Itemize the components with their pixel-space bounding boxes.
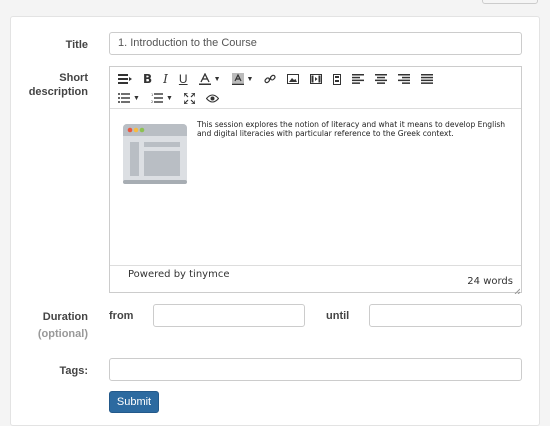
resize-handle-icon[interactable] (514, 285, 521, 295)
toolbar-row-1: B I U ▼ ▼ (118, 71, 444, 87)
duration-optional-text: (optional) (37, 328, 88, 340)
toolbar-row-2: ▼ 1 2 ▼ (118, 90, 230, 106)
link-icon[interactable] (264, 71, 277, 87)
editor-paragraph: This session explores the notion of lite… (197, 120, 506, 138)
until-label: until (326, 310, 350, 322)
from-label: from (109, 310, 134, 322)
rich-text-editor: B I U ▼ ▼ ▼ 1 2 ▼ This session explores … (109, 66, 522, 295)
duration-label: Duration (optional) (38, 310, 88, 341)
template-icon[interactable] (333, 71, 342, 87)
submit-button[interactable]: Submit (109, 391, 159, 413)
svg-text:2: 2 (151, 100, 153, 103)
chevron-down-icon: ▼ (246, 75, 254, 83)
align-right-icon[interactable] (398, 71, 411, 87)
title-input[interactable]: 1. Introduction to the Course (109, 32, 522, 55)
title-label: Title (65, 39, 88, 51)
browser-window-image (122, 122, 188, 186)
word-count: 24 words (467, 276, 513, 287)
preview-icon[interactable] (205, 90, 219, 106)
align-left-icon[interactable] (352, 71, 365, 87)
editor-content-area[interactable]: This session explores the notion of lite… (110, 110, 521, 266)
italic-icon[interactable]: I (163, 71, 168, 87)
tags-label: Tags: (59, 365, 88, 377)
bullet-list-icon[interactable]: ▼ (118, 90, 140, 106)
svg-text:1: 1 (151, 93, 153, 97)
text-color-icon[interactable]: ▼ (198, 71, 221, 87)
image-icon[interactable] (287, 71, 300, 87)
chevron-down-icon: ▼ (213, 75, 221, 83)
align-icon[interactable] (118, 71, 132, 87)
powered-by-link[interactable]: Powered by tinymce (128, 269, 229, 280)
chevron-down-icon: ▼ (133, 94, 140, 102)
numbered-list-icon[interactable]: 1 2 ▼ (151, 90, 173, 106)
editor-statusbar: Powered by tinymce 24 words (110, 265, 521, 295)
bold-icon[interactable]: B (143, 71, 152, 87)
align-center-icon[interactable] (375, 71, 388, 87)
tags-input[interactable] (109, 358, 522, 381)
duration-label-text: Duration (42, 311, 88, 323)
short-description-label: Short description (28, 72, 88, 98)
chevron-down-icon: ▼ (165, 94, 173, 102)
duration-from-input[interactable] (153, 304, 305, 327)
background-color-icon[interactable]: ▼ (231, 71, 254, 87)
media-icon[interactable] (310, 71, 323, 87)
top-action-button[interactable] (482, 0, 538, 4)
underline-icon[interactable]: U (179, 71, 188, 87)
align-justify-icon[interactable] (421, 71, 434, 87)
duration-until-input[interactable] (369, 304, 522, 327)
editor-toolbar: B I U ▼ ▼ ▼ 1 2 ▼ (110, 67, 521, 109)
fullscreen-icon[interactable] (183, 90, 195, 106)
